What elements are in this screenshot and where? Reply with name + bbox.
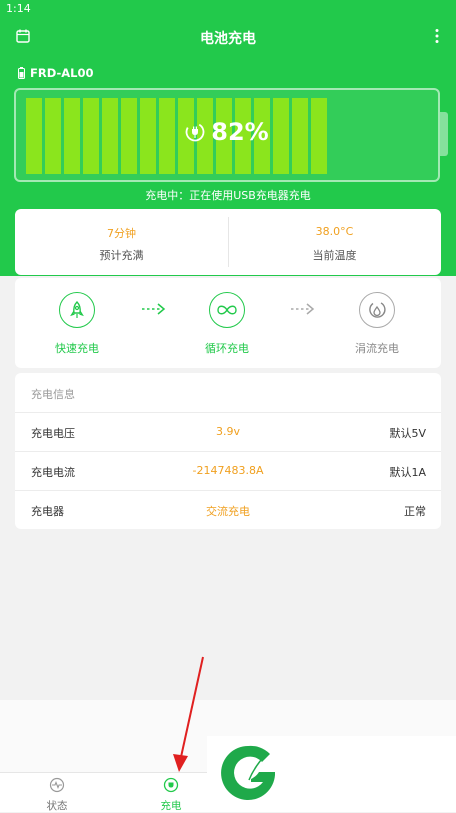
row-value: 交流充电 bbox=[206, 505, 250, 518]
page-title: 电池充电 bbox=[200, 31, 256, 47]
mode-label: 循环充电 bbox=[205, 342, 249, 355]
table-row: 充电电流 -2147483.8A 默认1A bbox=[15, 451, 441, 491]
temperature-value: 38.0°C bbox=[315, 225, 354, 238]
battery-percent: 82% bbox=[211, 118, 269, 146]
estimated-full-label: 预计充满 bbox=[99, 249, 144, 262]
rocket-icon bbox=[70, 301, 84, 318]
tab-status[interactable]: 状态 bbox=[27, 777, 87, 813]
arrow-right-icon bbox=[142, 303, 166, 315]
watermark-area bbox=[207, 736, 456, 811]
droplet-icon bbox=[369, 302, 386, 318]
mode-label: 快速充电 bbox=[55, 342, 99, 355]
row-note: 默认1A bbox=[389, 466, 426, 479]
row-value: 3.9v bbox=[215, 425, 240, 438]
app-bar: 电池充电 bbox=[0, 22, 456, 52]
row-name: 充电电压 bbox=[31, 427, 75, 440]
battery-readout: 82% bbox=[16, 118, 438, 146]
mode-label: 涓流充电 bbox=[355, 342, 399, 355]
mode-trickle-charge[interactable]: 涓流充电 bbox=[337, 292, 417, 356]
table-row: 充电电压 3.9v 默认5V bbox=[15, 412, 441, 452]
more-options-icon[interactable] bbox=[434, 28, 440, 44]
device-label: FRD-AL00 bbox=[18, 66, 93, 80]
charge-info-card: 充电信息 充电电压 3.9v 默认5V 充电电流 -2147483.8A 默认1… bbox=[15, 373, 441, 529]
arrow-right-icon bbox=[291, 303, 315, 315]
charging-plug-icon bbox=[185, 122, 205, 142]
row-name: 充电器 bbox=[31, 505, 64, 518]
row-note: 正常 bbox=[404, 505, 426, 518]
infinity-icon bbox=[217, 305, 237, 315]
charge-status-text: 充电中：正在使用USB充电器充电 bbox=[145, 189, 311, 202]
mode-fast-charge[interactable]: 快速充电 bbox=[37, 292, 117, 356]
charge-modes-card: 快速充电 循环充电 涓流充电 bbox=[15, 278, 441, 368]
temperature-label: 当前温度 bbox=[312, 249, 357, 262]
estimated-full-stat: 7分钟 预计充满 bbox=[15, 209, 228, 275]
leaf-logo-icon bbox=[221, 745, 275, 800]
status-time: 1:14 bbox=[6, 2, 31, 15]
info-header-title: 充电信息 bbox=[31, 388, 75, 401]
table-row: 充电器 交流充电 正常 bbox=[15, 490, 441, 529]
estimated-full-value: 7分钟 bbox=[107, 227, 136, 240]
pulse-icon bbox=[49, 777, 65, 793]
battery-small-icon bbox=[18, 67, 25, 79]
row-note: 默认5V bbox=[389, 427, 426, 440]
charging-plug-icon bbox=[163, 777, 179, 793]
stats-card: 7分钟 预计充满 38.0°C 当前温度 bbox=[15, 209, 441, 275]
row-name: 充电电流 bbox=[31, 466, 75, 479]
info-header: 充电信息 bbox=[15, 373, 441, 413]
battery-gauge: 82% bbox=[14, 88, 440, 182]
device-name: FRD-AL00 bbox=[30, 66, 94, 80]
row-value: -2147483.8A bbox=[192, 464, 264, 477]
temperature-stat: 38.0°C 当前温度 bbox=[228, 209, 441, 275]
battery-cap bbox=[440, 112, 448, 156]
mode-cycle-charge[interactable]: 循环充电 bbox=[187, 292, 267, 356]
tab-charge[interactable]: 充电 bbox=[141, 777, 201, 813]
